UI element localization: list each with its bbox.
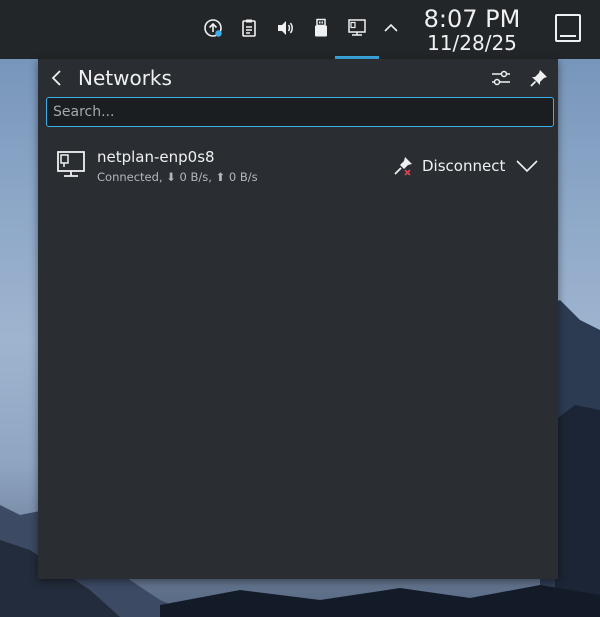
search-input[interactable]	[46, 97, 554, 127]
clipboard-icon[interactable]	[238, 17, 260, 39]
digital-clock[interactable]: 8:07 PM 11/28/25	[418, 6, 526, 54]
popup-header: Networks	[38, 59, 558, 97]
expand-details-button[interactable]	[514, 153, 540, 179]
usb-drive-icon[interactable]	[310, 17, 332, 39]
sliders-icon	[492, 70, 510, 86]
clock-time: 8:07 PM	[423, 5, 521, 33]
back-button[interactable]	[46, 65, 68, 91]
expand-tray-icon[interactable]	[380, 17, 402, 39]
networks-popup: Networks netplan-enp0s8 Connected, ⬇ 0 B…	[38, 59, 558, 579]
configure-button[interactable]	[488, 65, 514, 91]
volume-icon[interactable]	[274, 17, 296, 39]
clock-date: 11/28/25	[427, 31, 517, 55]
network-status: Connected, ⬇ 0 B/s, ⬆ 0 B/s	[97, 170, 258, 184]
disconnect-plug-icon	[394, 157, 412, 176]
network-wired-icon	[57, 151, 85, 177]
disconnect-button[interactable]: Disconnect	[392, 153, 505, 179]
list-item[interactable]: netplan-enp0s8 Connected, ⬇ 0 B/s, ⬆ 0 B…	[46, 139, 554, 191]
popup-title: Networks	[78, 66, 172, 90]
chevron-left-icon	[51, 70, 61, 86]
pin-button[interactable]	[526, 65, 552, 91]
disconnect-label: Disconnect	[422, 157, 506, 175]
network-name: netplan-enp0s8	[97, 148, 215, 166]
show-desktop-button[interactable]	[555, 14, 581, 42]
network-wired-icon[interactable]	[346, 17, 368, 39]
updates-icon[interactable]	[202, 17, 224, 39]
chevron-down-icon	[516, 160, 538, 173]
pin-icon	[530, 70, 547, 87]
top-panel: 8:07 PM 11/28/25	[0, 0, 600, 59]
